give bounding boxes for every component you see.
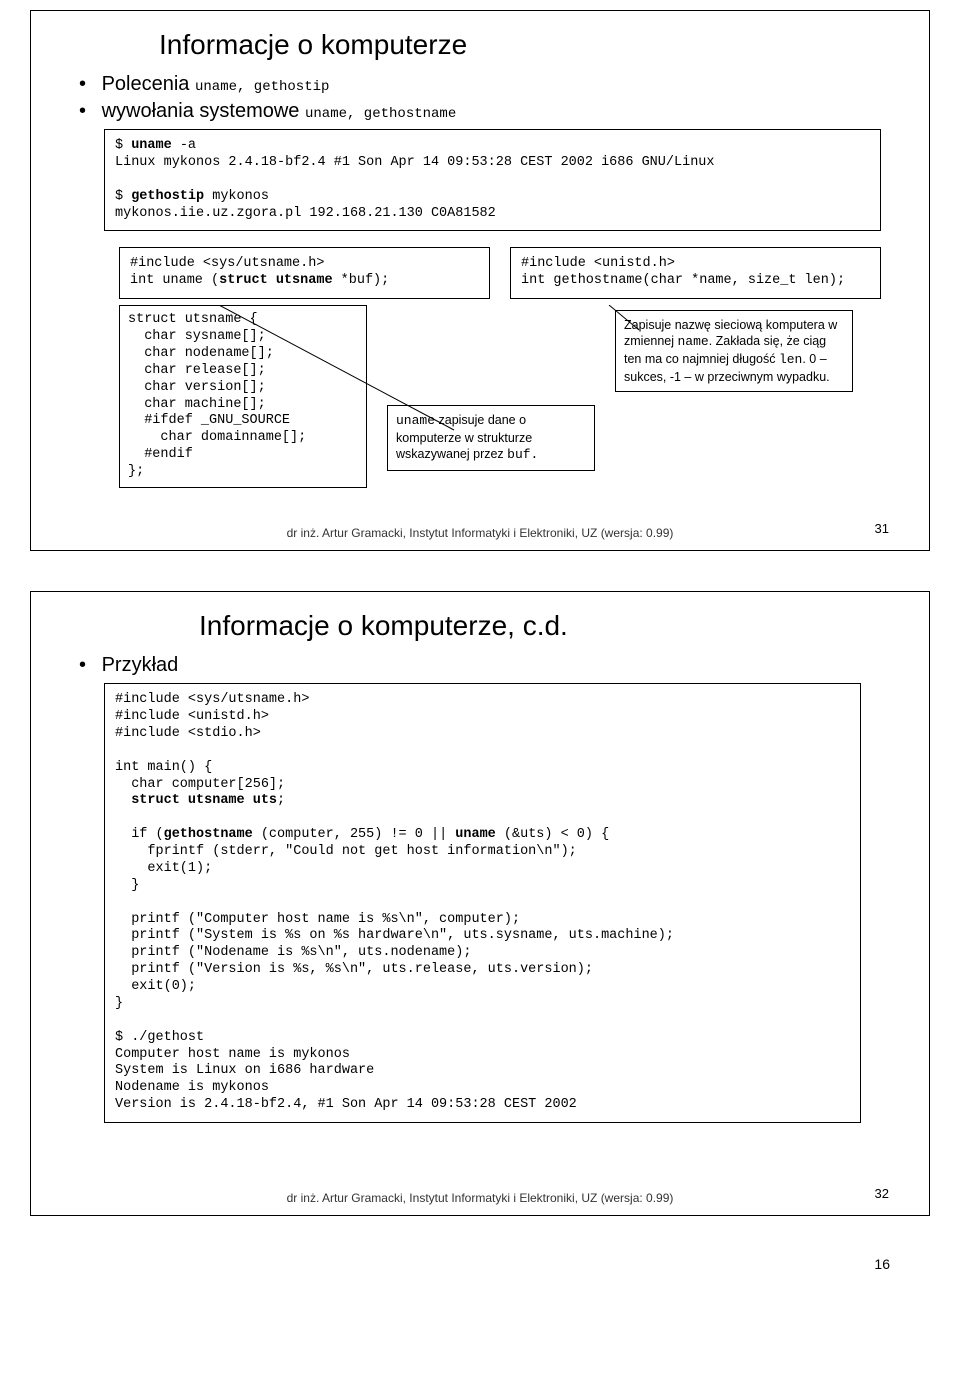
include-utsname: #include <sys/utsname.h> int uname (stru… bbox=[130, 256, 479, 290]
note-gethostname-box: Zapisuje nazwę sieciową komputera w zmie… bbox=[615, 310, 853, 392]
slide-footer: dr inż. Artur Gramacki, Instytut Informa… bbox=[31, 1191, 929, 1205]
slide-title: Informacje o komputerze, c.d. bbox=[199, 610, 901, 642]
slide-pagenum: 32 bbox=[875, 1186, 889, 1201]
bullet-text: Polecenia bbox=[102, 73, 195, 95]
slide-footer: dr inż. Artur Gramacki, Instytut Informa… bbox=[31, 526, 929, 540]
bullet-polecenia: Polecenia uname, gethostip bbox=[79, 73, 901, 96]
struct-utsname-box: struct utsname { char sysname[]; char no… bbox=[119, 305, 367, 488]
bullet-przyklad: Przykład bbox=[79, 654, 901, 677]
bullet-text: Przykład bbox=[102, 654, 179, 676]
document-page: Informacje o komputerze Polecenia uname,… bbox=[0, 0, 960, 1302]
example-code-box: #include <sys/utsname.h> #include <unist… bbox=[104, 683, 861, 1123]
note-uname-code: uname bbox=[396, 413, 435, 428]
include-utsname-box: #include <sys/utsname.h> int uname (stru… bbox=[119, 247, 490, 299]
bullet-wywolania: wywołania systemowe uname, gethostname bbox=[79, 100, 901, 123]
struct-utsname: struct utsname { char sysname[]; char no… bbox=[128, 312, 358, 481]
include-unistd-box: #include <unistd.h> int gethostname(char… bbox=[510, 247, 881, 299]
document-page-number: 16 bbox=[30, 1256, 930, 1272]
bullet-code: uname, gethostip bbox=[195, 79, 329, 95]
example-code: #include <sys/utsname.h> #include <unist… bbox=[115, 692, 850, 1114]
note-code: len bbox=[779, 352, 802, 367]
shell-output: $ uname -a Linux mykonos 2.4.18-bf2.4 #1… bbox=[115, 138, 870, 222]
slide-2: Informacje o komputerze, c.d. Przykład #… bbox=[30, 591, 930, 1216]
shell-output-box: $ uname -a Linux mykonos 2.4.18-bf2.4 #1… bbox=[104, 129, 881, 231]
slide-title: Informacje o komputerze bbox=[159, 29, 901, 61]
slide-1: Informacje o komputerze Polecenia uname,… bbox=[30, 10, 930, 551]
note-code: name bbox=[678, 334, 709, 349]
note-uname-buf: buf. bbox=[507, 447, 538, 462]
bullet-code: uname, gethostname bbox=[305, 106, 456, 122]
slide-pagenum: 31 bbox=[875, 521, 889, 536]
bullet-text: wywołania systemowe bbox=[102, 100, 305, 122]
include-unistd: #include <unistd.h> int gethostname(char… bbox=[521, 256, 870, 290]
note-uname-box: uname zapisuje dane o komputerze w struk… bbox=[387, 405, 595, 471]
